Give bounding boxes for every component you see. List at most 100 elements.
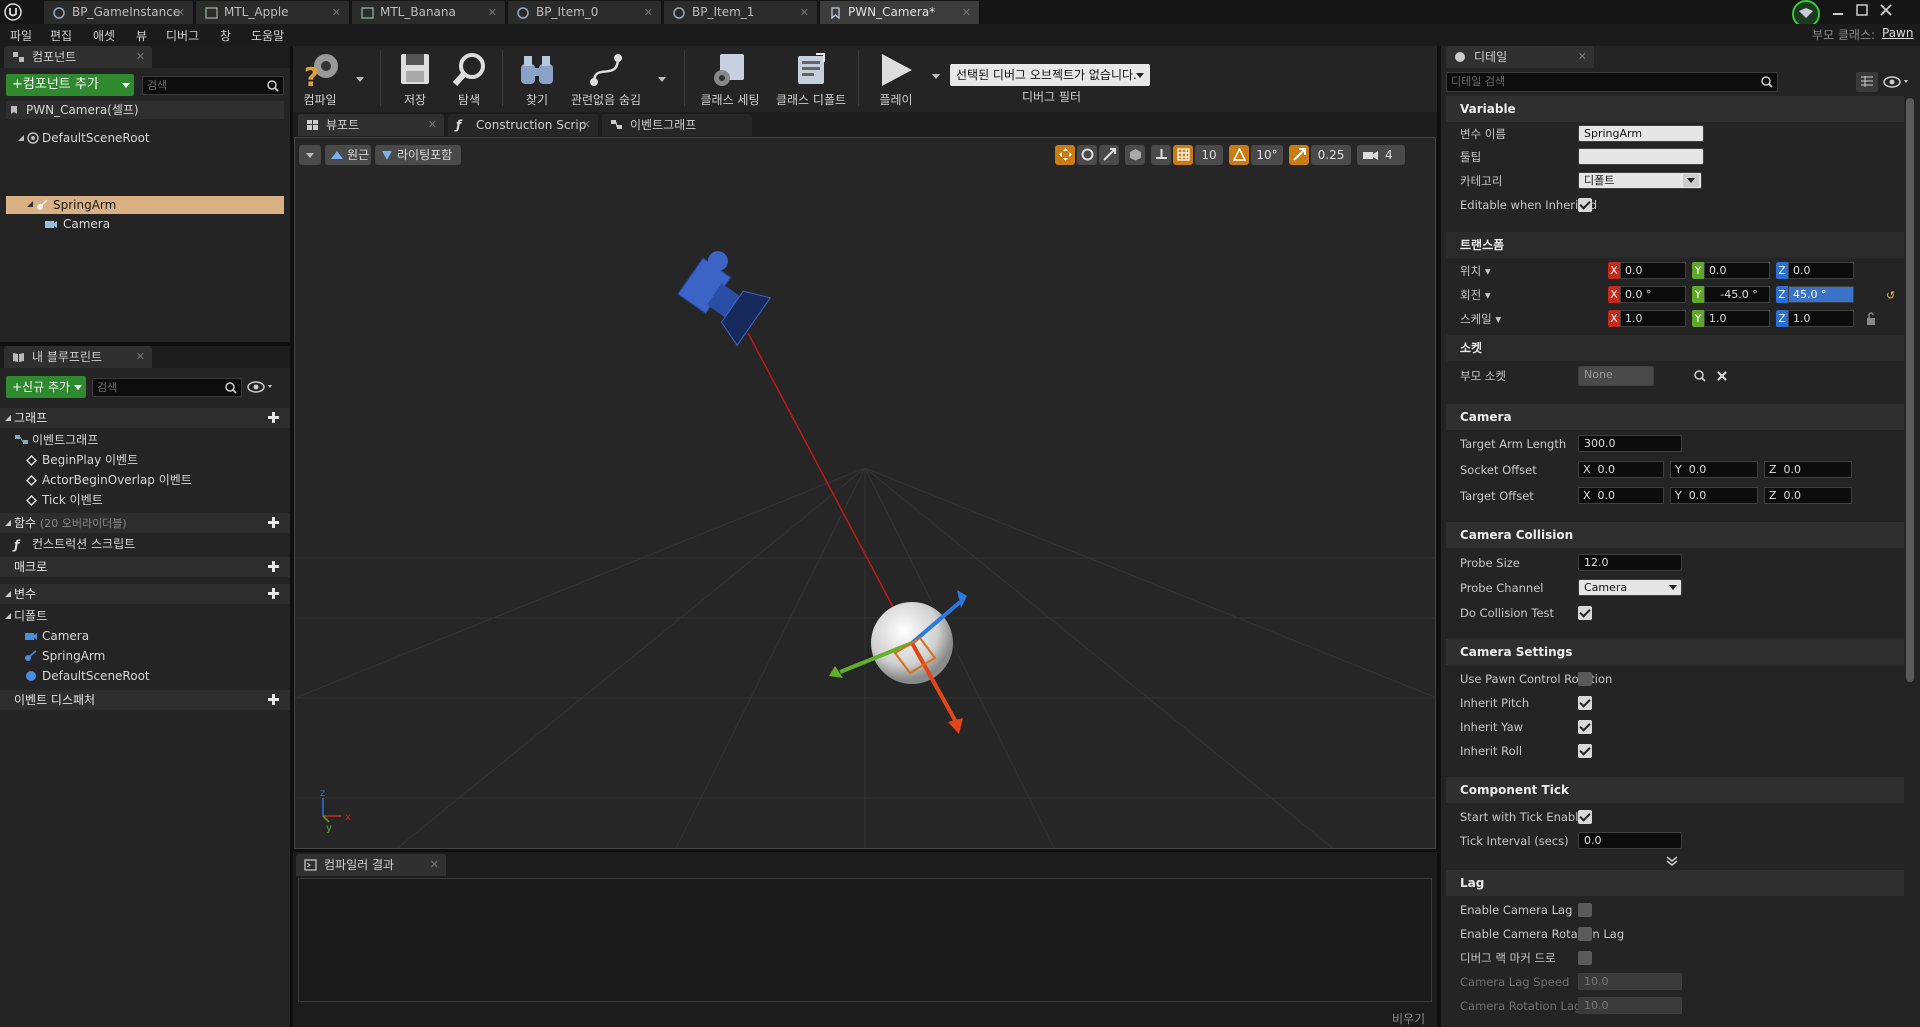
coordinate-space-button[interactable] (1125, 145, 1145, 165)
rotation-snap-value[interactable]: 10° (1251, 145, 1283, 165)
tab-mtl-banana[interactable]: MTL_Banana ✕ (352, 1, 506, 24)
target-offset-x-input[interactable]: X 0.0 (1578, 487, 1664, 504)
tick-interval-input[interactable]: 0.0 (1578, 832, 1682, 849)
section-transform[interactable]: 트랜스폼 (1446, 232, 1904, 258)
location-x-input[interactable]: 0.0 (1620, 262, 1686, 279)
close-icon[interactable]: ✕ (136, 46, 145, 68)
add-variable-icon[interactable] (267, 587, 280, 600)
socket-offset-x-input[interactable]: X 0.0 (1578, 461, 1664, 478)
do-collision-test-checkbox[interactable] (1578, 606, 1592, 620)
compile-button[interactable]: ? 컴파일 (298, 48, 342, 108)
parent-class-link[interactable]: Pawn (1882, 26, 1913, 40)
tab-mtl-apple[interactable]: MTL_Apple ✕ (196, 1, 350, 24)
scale-snap-value[interactable]: 0.25 (1311, 145, 1351, 165)
add-function-icon[interactable] (267, 516, 280, 529)
new-add-button[interactable]: +신규 추가 (6, 376, 86, 398)
rotation-z-input[interactable]: 45.0 ° (1788, 286, 1854, 303)
variable-default-scene-root[interactable]: DefaultSceneRoot (24, 667, 150, 685)
menu-asset[interactable]: 애셋 (93, 27, 115, 44)
section-graph[interactable]: 그래프 (0, 408, 290, 428)
surface-snap-button[interactable] (1151, 145, 1171, 165)
collapse-arrow-icon[interactable] (4, 590, 12, 598)
transform-rotate-button[interactable] (1077, 145, 1097, 165)
rotation-snap-toggle[interactable] (1229, 145, 1249, 165)
variable-name-input[interactable]: SpringArm (1578, 125, 1704, 142)
section-camera-settings[interactable]: Camera Settings (1446, 639, 1904, 665)
socket-offset-z-input[interactable]: Z 0.0 (1764, 461, 1852, 478)
details-scrollbar[interactable] (1906, 98, 1914, 682)
eye-icon[interactable] (246, 380, 276, 394)
play-options-chevron[interactable] (932, 74, 940, 79)
search-icon[interactable] (1694, 370, 1706, 382)
close-icon[interactable]: ✕ (430, 854, 439, 876)
editable-inherited-checkbox[interactable] (1578, 198, 1592, 212)
close-window-button[interactable] (1880, 4, 1892, 16)
socket-offset-y-input[interactable]: Y 0.0 (1670, 461, 1758, 478)
section-socket[interactable]: 소켓 (1446, 335, 1904, 361)
close-icon[interactable]: ✕ (136, 346, 145, 368)
section-lag[interactable]: Lag (1446, 870, 1904, 896)
scale-z-input[interactable]: 1.0 (1788, 310, 1854, 327)
blueprint-search-input[interactable]: 검색 (92, 378, 242, 397)
class-settings-button[interactable]: 클래스 세팅 (700, 48, 760, 108)
tab-viewport[interactable]: 뷰포트 ✕ (298, 114, 444, 136)
compile-options-chevron[interactable] (356, 77, 364, 82)
viewport-canvas[interactable]: x z y 원근 라이팅포함 10 10° 0.25 4 (294, 137, 1436, 849)
perspective-button[interactable]: 원근 (325, 145, 371, 165)
close-icon[interactable]: ✕ (488, 1, 497, 24)
transform-scale-button[interactable] (1099, 145, 1119, 165)
inherit-pitch-checkbox[interactable] (1578, 696, 1592, 710)
section-event-dispatchers[interactable]: 이벤트 디스패처 (0, 690, 290, 710)
target-offset-y-input[interactable]: Y 0.0 (1670, 487, 1758, 504)
grid-snap-toggle[interactable] (1173, 145, 1193, 165)
add-dispatcher-icon[interactable] (267, 693, 280, 706)
menu-view[interactable]: 뷰 (136, 27, 147, 44)
tab-components[interactable]: 컴포넌트 ✕ (4, 46, 152, 68)
camera-speed-button[interactable]: 4 (1357, 145, 1405, 165)
hide-unrelated-button[interactable]: 관련없음 숨김 (571, 48, 641, 108)
close-icon[interactable]: ✕ (962, 1, 971, 24)
lock-icon[interactable] (1866, 312, 1876, 326)
close-icon[interactable]: ✕ (428, 114, 437, 136)
section-camera-collision[interactable]: Camera Collision (1446, 522, 1904, 548)
enable-rotation-lag-checkbox[interactable] (1578, 927, 1592, 941)
target-arm-length-input[interactable]: 300.0 (1578, 435, 1682, 452)
target-offset-z-input[interactable]: Z 0.0 (1764, 487, 1852, 504)
section-macros[interactable]: 매크로 (0, 557, 290, 577)
camera-rotation-lag-speed-input[interactable]: 10.0 (1578, 997, 1682, 1014)
close-icon[interactable]: ✕ (582, 114, 591, 136)
probe-channel-dropdown[interactable]: Camera (1578, 579, 1682, 596)
find-button[interactable]: 찾기 (514, 48, 560, 108)
class-defaults-button[interactable]: 클래스 디폴트 (776, 48, 846, 108)
location-z-input[interactable]: 0.0 (1788, 262, 1854, 279)
tab-details[interactable]: 디테일 ✕ (1446, 46, 1594, 68)
inherit-yaw-checkbox[interactable] (1578, 720, 1592, 734)
tab-event-graph[interactable]: 이벤트그래프 (602, 114, 752, 136)
close-icon[interactable]: ✕ (1578, 46, 1587, 68)
menu-edit[interactable]: 편집 (50, 27, 72, 44)
minimize-button[interactable] (1832, 5, 1844, 17)
probe-size-input[interactable]: 12.0 (1578, 554, 1682, 571)
clear-socket-icon[interactable] (1716, 370, 1728, 382)
category-dropdown[interactable]: 디폴트 (1578, 172, 1702, 189)
close-icon[interactable]: ✕ (800, 1, 809, 24)
debug-lag-markers-checkbox[interactable] (1578, 951, 1592, 965)
add-graph-icon[interactable] (267, 411, 280, 424)
section-variables[interactable]: 변수 (0, 584, 290, 604)
debug-object-select[interactable]: 선택된 디버그 오브젝트가 없습니다. (950, 64, 1150, 86)
menu-file[interactable]: 파일 (10, 27, 32, 44)
parent-socket-field[interactable]: None (1578, 366, 1654, 386)
play-button[interactable]: 플레이 (872, 48, 920, 108)
camera-lag-speed-input[interactable]: 10.0 (1578, 973, 1682, 990)
component-search-input[interactable]: 검색 (142, 76, 284, 95)
collapse-arrow-icon[interactable] (4, 612, 12, 620)
menu-help[interactable]: 도움말 (251, 27, 284, 44)
scale-y-input[interactable]: 1.0 (1704, 310, 1770, 327)
category-default[interactable]: 디폴트 (14, 607, 47, 625)
component-root-self[interactable]: PWN_Camera(셀프) (6, 101, 284, 119)
use-pawn-control-rotation-checkbox[interactable] (1578, 672, 1592, 686)
inherit-roll-checkbox[interactable] (1578, 744, 1592, 758)
construction-script-item[interactable]: 컨스트럭션 스크립트 (14, 535, 135, 553)
tab-pwn-camera[interactable]: PWN_Camera* ✕ (820, 1, 980, 24)
section-functions[interactable]: 함수 (20 오버라이더블) (0, 513, 290, 533)
